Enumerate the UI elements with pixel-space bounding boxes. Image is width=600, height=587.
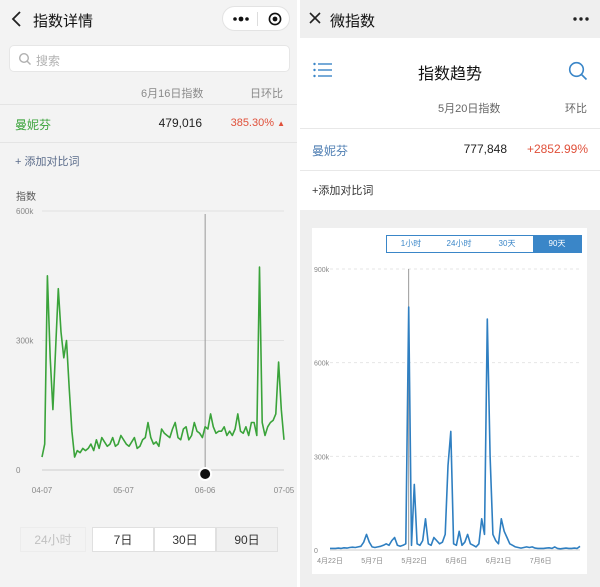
- x-tick-label: 05-07: [113, 486, 134, 495]
- range-30d-button[interactable]: 30日: [154, 527, 216, 552]
- divider: [0, 104, 297, 105]
- y-tick-label: 900k: [314, 267, 330, 274]
- range-1h-button[interactable]: 1小时: [387, 236, 435, 252]
- search-placeholder: 搜索: [36, 54, 61, 68]
- x-tick-label: 6月6日: [446, 557, 468, 565]
- index-trend-chart[interactable]: 900k 600k 300k 0 4月22日 5月7日 5月22日 6月6日 6月21日 7月6日: [312, 258, 587, 574]
- trend-chart-card: 1小时 24小时 30天 90天 900k 600k 300k 0 4月22日 5月7日 5…: [312, 228, 587, 574]
- range-24h-button[interactable]: 24小时: [435, 236, 483, 252]
- more-dots-icon[interactable]: [572, 16, 590, 22]
- capsule-divider: [257, 12, 258, 26]
- x-tick-label: 4月22日: [317, 557, 343, 565]
- divider: [300, 170, 600, 171]
- close-miniprogram-icon[interactable]: [268, 12, 282, 26]
- keyword-change: 385.30% ▲: [230, 117, 285, 129]
- y-tick-label: 300k: [16, 337, 34, 346]
- column-header-change: 环比: [565, 103, 587, 115]
- change-value: 385.30%: [230, 117, 275, 129]
- search-icon[interactable]: [568, 61, 588, 81]
- add-compare-button[interactable]: + 添加对比词: [15, 153, 79, 169]
- range-90d-button[interactable]: 90日: [216, 527, 278, 552]
- close-icon[interactable]: [309, 12, 321, 24]
- keyword-index-value: 777,848: [463, 142, 507, 156]
- time-range-selector: 1小时 24小时 30天 90天: [386, 235, 582, 253]
- column-header-index: 6月16日指数: [141, 88, 204, 100]
- keyword-name[interactable]: 曼妮芬: [312, 142, 348, 159]
- miniprogram-capsule: [222, 6, 290, 31]
- page-title: 指数详情: [33, 13, 94, 30]
- x-tick-label: 5月7日: [361, 557, 383, 565]
- series-line: [41, 266, 285, 458]
- x-tick-label: 06-06: [195, 486, 216, 495]
- x-tick-label: 04-07: [32, 486, 53, 495]
- keyword-change: +2852.99%: [526, 142, 588, 156]
- right-navbar: 微指数: [300, 0, 600, 38]
- column-header-change: 日环比: [250, 88, 283, 100]
- search-input[interactable]: 搜索: [9, 45, 290, 72]
- x-tick-label: 5月22日: [401, 557, 427, 565]
- range-90d-button[interactable]: 90天: [533, 236, 581, 252]
- series-line: [330, 306, 581, 550]
- column-header-index: 5月20日指数: [438, 103, 501, 115]
- x-tick-label: 07-05: [274, 486, 295, 495]
- index-trend-chart[interactable]: 600k 300k 0 04-07 05-07 06-06 07-05: [0, 200, 297, 510]
- wei-index-panel: 微指数 指数趋势 5月20日指数 环比 曼妮芬 777,848 +2852.99…: [300, 0, 600, 587]
- section-heading: 指数趋势: [417, 66, 482, 83]
- index-detail-panel: 指数详情 搜索 6月16日指数 日环比 曼妮芬 479,016 385.30% …: [0, 0, 297, 587]
- range-24h-button: 24小时: [20, 527, 86, 552]
- search-icon: [18, 52, 31, 65]
- hover-marker-dot[interactable]: [198, 467, 213, 481]
- more-dots-icon[interactable]: [231, 12, 251, 26]
- trend-header-card: 指数趋势 5月20日指数 环比 曼妮芬 777,848 +2852.99% +添…: [300, 38, 600, 210]
- add-compare-button[interactable]: +添加对比词: [312, 182, 373, 198]
- y-tick-label: 300k: [314, 454, 330, 461]
- y-tick-label: 0: [16, 466, 21, 475]
- up-triangle-icon: ▲: [277, 119, 285, 128]
- x-tick-label: 6月21日: [486, 557, 512, 565]
- left-navbar: 指数详情: [0, 0, 297, 38]
- keyword-index-value: 479,016: [158, 116, 202, 130]
- back-arrow-icon[interactable]: [10, 10, 24, 28]
- keyword-name[interactable]: 曼妮芬: [15, 116, 51, 133]
- range-7d-button[interactable]: 7日: [92, 527, 154, 552]
- divider: [300, 128, 600, 129]
- divider: [0, 142, 297, 143]
- y-tick-label: 600k: [16, 207, 34, 216]
- x-tick-label: 7月6日: [530, 557, 552, 565]
- y-tick-label: 0: [314, 548, 318, 555]
- y-tick-label: 600k: [314, 361, 330, 368]
- page-title: 微指数: [330, 13, 376, 30]
- range-30d-button[interactable]: 30天: [483, 236, 531, 252]
